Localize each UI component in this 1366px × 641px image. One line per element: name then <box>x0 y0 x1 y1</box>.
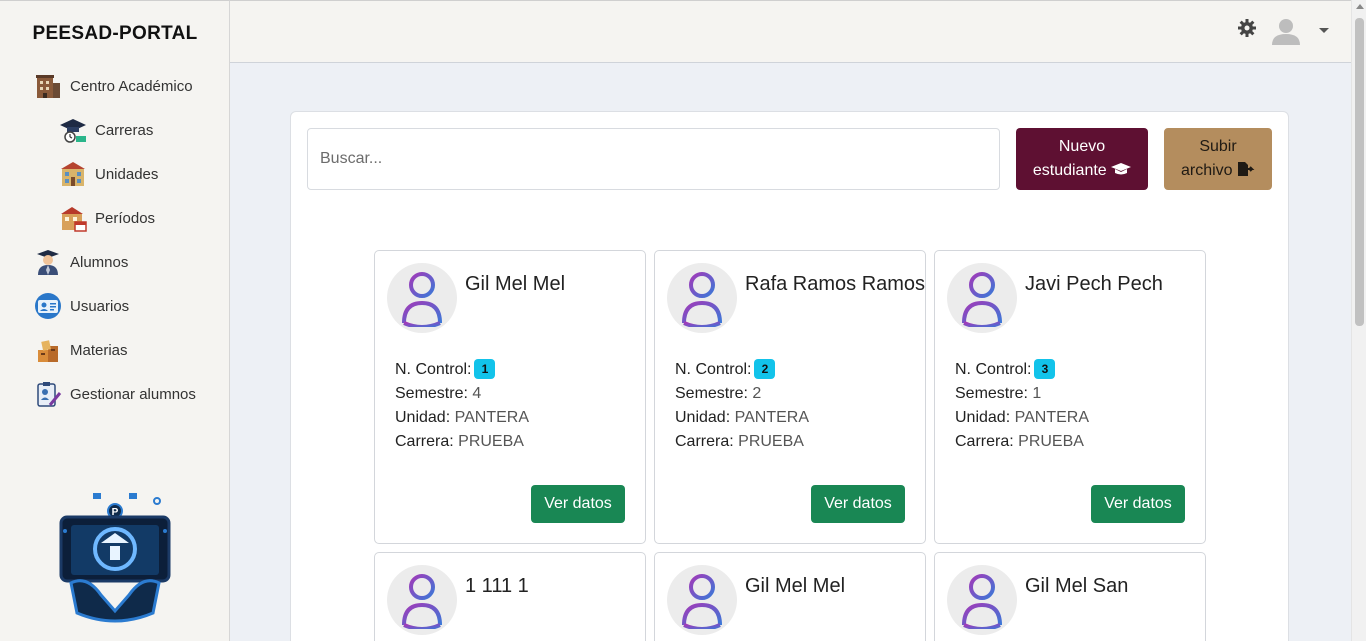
search-input[interactable] <box>307 128 1000 190</box>
semester-label: Semestre: <box>955 385 1028 402</box>
student-name: Rafa Ramos Ramos <box>745 273 926 295</box>
upload-label-2: archivo <box>1180 162 1233 179</box>
new-student-label-1: Nuevo <box>1058 138 1106 155</box>
student-avatar-icon <box>947 263 1017 333</box>
books-icon <box>34 336 62 364</box>
clipboard-edit-icon <box>34 380 62 408</box>
student-card: Rafa Ramos Ramos N. Control: 2 Semestre: … <box>654 250 926 544</box>
view-details-button[interactable]: Ver datos <box>531 485 625 523</box>
building-icon <box>34 72 62 100</box>
career-value: PRUEBA <box>458 433 524 450</box>
control-badge: 3 <box>1034 359 1056 379</box>
student-icon <box>34 248 62 276</box>
sidebar-item-label: Carreras <box>95 121 154 139</box>
new-student-label-2: estudiante <box>1032 162 1107 179</box>
semester-label: Semestre: <box>675 385 748 402</box>
new-student-button[interactable]: Nuevo estudiante <box>1016 128 1148 190</box>
control-badge: 1 <box>474 359 496 379</box>
upload-label-1: Subir <box>1199 138 1237 155</box>
calendar-building-icon <box>59 204 87 232</box>
sidebar-item-label: Alumnos <box>70 253 129 271</box>
file-export-icon <box>1238 162 1255 176</box>
sidebar-item-alumnos[interactable]: Alumnos <box>34 248 128 276</box>
user-avatar-icon[interactable] <box>1270 17 1302 45</box>
unit-label: Unidad: <box>675 409 731 426</box>
control-label: N. Control: <box>675 361 752 378</box>
unit-value: PANTERA <box>1014 409 1089 426</box>
unit-value: PANTERA <box>734 409 809 426</box>
student-card: Gil Mel Mel N. Control: 1 Semestre: 4 Uni… <box>374 250 646 544</box>
sidebar-item-label: Períodos <box>95 209 156 227</box>
sidebar-item-label: Unidades <box>95 165 159 183</box>
graduation-cap-icon <box>1111 163 1132 175</box>
scrollbar[interactable] <box>1351 0 1366 641</box>
view-details-button[interactable]: Ver datos <box>1091 485 1185 523</box>
student-details: N. Control: 3 Semestre: 1 Unidad: PANTERA… <box>955 358 1089 454</box>
student-avatar-icon <box>387 565 457 635</box>
control-badge: 2 <box>754 359 776 379</box>
semester-value: 4 <box>472 385 482 402</box>
sidebar-item-label: Centro Académico <box>70 77 193 95</box>
brand-title: PEESAD-PORTAL <box>32 23 198 44</box>
school-building-icon <box>59 160 87 188</box>
view-details-button[interactable]: Ver datos <box>811 485 905 523</box>
student-card: Gil Mel Mel <box>654 552 926 641</box>
scroll-up-icon[interactable] <box>1356 4 1364 9</box>
sidebar-item-label: Materias <box>70 341 128 359</box>
top-bar <box>230 0 1351 63</box>
student-avatar-icon <box>947 565 1017 635</box>
scroll-thumb[interactable] <box>1355 18 1364 326</box>
control-label: N. Control: <box>955 361 1032 378</box>
unit-value: PANTERA <box>454 409 529 426</box>
sidebar-item-centro-academico[interactable]: Centro Académico <box>34 72 193 100</box>
sidebar-item-materias[interactable]: Materias <box>34 336 128 364</box>
career-label: Carrera: <box>395 433 454 450</box>
student-avatar-icon <box>667 263 737 333</box>
student-details: N. Control: 1 Semestre: 4 Unidad: PANTERA… <box>395 358 529 454</box>
student-name: Gil Mel Mel <box>465 273 566 295</box>
sidebar-item-periodos[interactable]: Períodos <box>59 204 155 232</box>
chevron-down-icon[interactable] <box>1319 28 1329 33</box>
unit-label: Unidad: <box>395 409 451 426</box>
student-avatar-icon <box>387 263 457 333</box>
student-card: 1 111 1 <box>374 552 646 641</box>
career-value: PRUEBA <box>1018 433 1084 450</box>
control-label: N. Control: <box>395 361 472 378</box>
student-details: N. Control: 2 Semestre: 2 Unidad: PANTERA… <box>675 358 809 454</box>
sidebar-item-label: Usuarios <box>70 297 130 315</box>
semester-value: 1 <box>1032 385 1042 402</box>
career-label: Carrera: <box>955 433 1014 450</box>
student-name: Gil Mel Mel <box>745 575 846 597</box>
student-avatar-icon <box>667 565 737 635</box>
student-name: Javi Pech Pech <box>1025 273 1163 295</box>
gear-icon[interactable] <box>1237 18 1257 38</box>
graduation-cap-clock-icon <box>59 116 87 144</box>
student-name: Gil Mel San <box>1025 575 1129 597</box>
semester-label: Semestre: <box>395 385 468 402</box>
career-value: PRUEBA <box>738 433 804 450</box>
id-card-icon <box>34 292 62 320</box>
student-card: Javi Pech Pech N. Control: 3 Semestre: 1 … <box>934 250 1206 544</box>
career-label: Carrera: <box>675 433 734 450</box>
sidebar-item-label: Gestionar alumnos <box>70 385 196 403</box>
peesad-logo: P <box>59 493 171 623</box>
student-card: Gil Mel San <box>934 552 1206 641</box>
upload-file-button[interactable]: Subir archivo <box>1164 128 1272 190</box>
sidebar-item-usuarios[interactable]: Usuarios <box>34 292 129 320</box>
unit-label: Unidad: <box>955 409 1011 426</box>
student-name: 1 111 1 <box>465 575 529 597</box>
semester-value: 2 <box>752 385 762 402</box>
sidebar: PEESAD-PORTAL Centro Académico Carreras … <box>0 0 230 641</box>
sidebar-item-carreras[interactable]: Carreras <box>59 116 153 144</box>
sidebar-item-unidades[interactable]: Unidades <box>59 160 158 188</box>
sidebar-item-gestionar-alumnos[interactable]: Gestionar alumnos <box>34 380 196 408</box>
